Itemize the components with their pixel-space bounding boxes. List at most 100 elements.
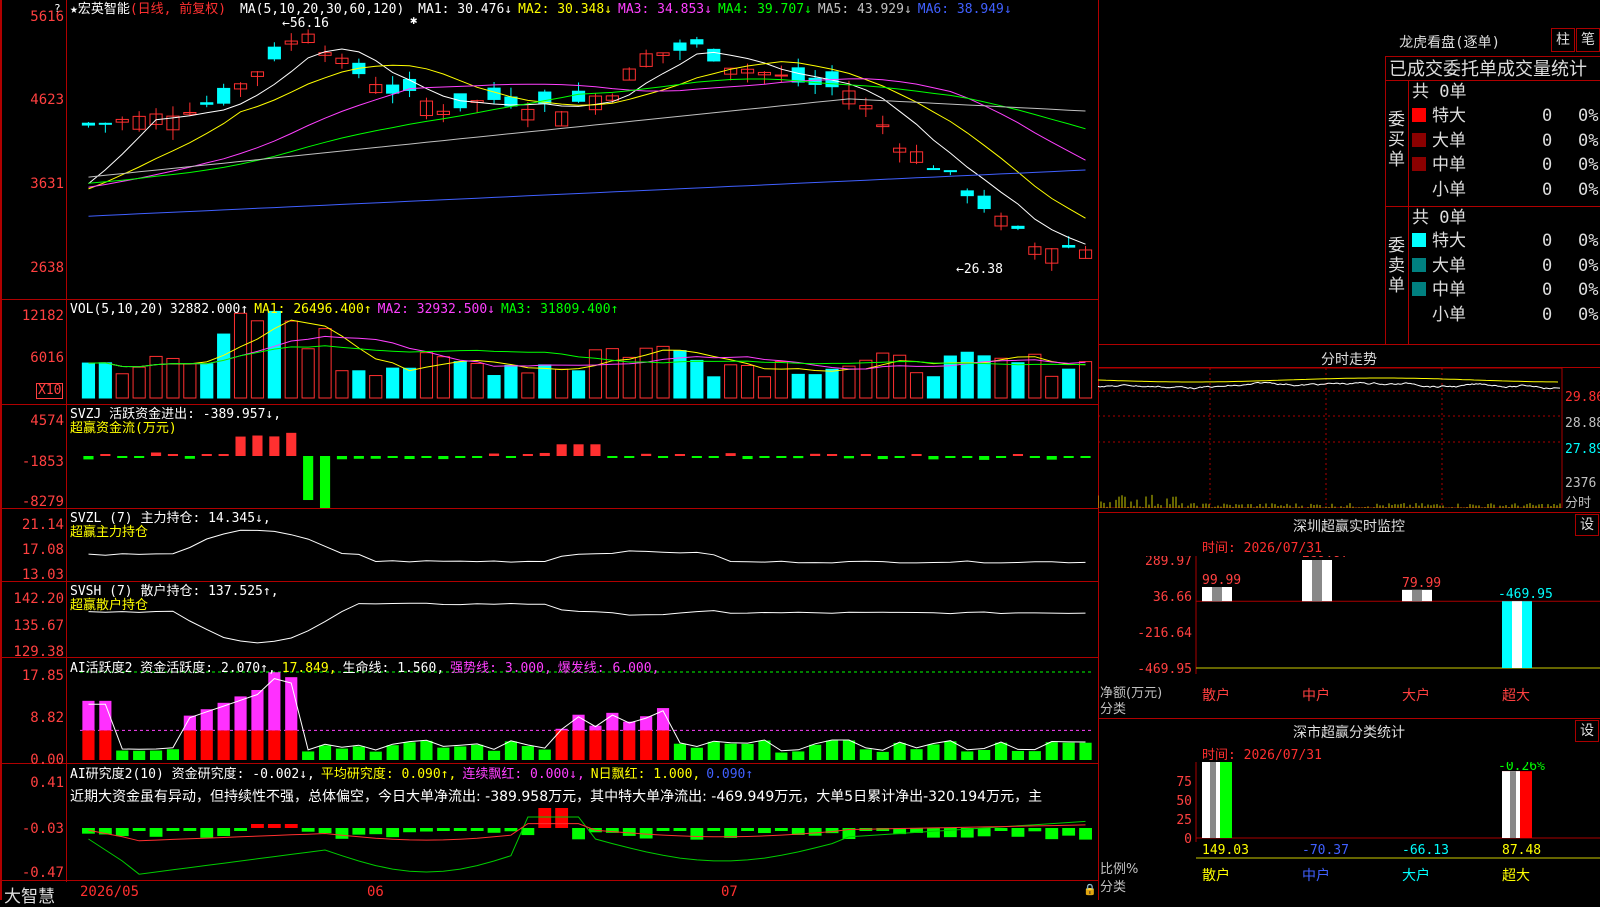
fund-flow-bar [539,452,550,456]
kline-chart[interactable] [0,0,1098,900]
cls-settings-button[interactable]: 设 [1575,720,1599,742]
period-mode[interactable]: (日线, 前复权) [130,2,226,17]
color-swatch-icon [1412,157,1426,171]
activity-bar [251,730,264,760]
fund-flow-bar [945,456,956,458]
sz-axis-label: 36.66 [1153,590,1192,605]
order-percent: 0% [1578,130,1599,151]
research-bar [453,828,467,831]
intraday-axis-label: 28.88 [1565,416,1600,431]
research-bar [166,828,180,831]
volume-bar [538,364,552,399]
ma5-line [88,98,1086,178]
order-percent: 0% [1578,231,1599,251]
price-legend: ★宏英智能(日线, 前复权) MA(5,10,20,30,60,120) MA1… [70,2,1024,17]
activity-bar-burst [82,700,95,731]
color-swatch-icon [1412,182,1426,196]
sz-bar-label: 99.99 [1202,573,1241,588]
order-row-大单: 大单 [1412,130,1466,152]
order-percent: 0% [1578,280,1599,300]
vol-ma2: MA2: 32932.500↓ [377,302,496,317]
order-count: 0 [1542,255,1553,276]
volume-bar [588,349,603,399]
fund-flow-bar [336,456,348,460]
volume-bar [1078,361,1093,399]
order-row-大单: 大单 [1412,255,1466,277]
cls-top-label: -0.26% [1498,762,1545,774]
volume-bar [115,373,129,399]
research-bar [521,828,535,836]
brand-logo[interactable]: 大智慧 [4,882,55,907]
activity-bar [471,744,484,760]
fund-flow-bar [793,456,804,459]
research-bar [487,828,501,833]
svzl-subtitle: 超赢主力持仓 [70,525,149,540]
volume-bar [453,361,467,399]
activity-bar [1062,742,1075,760]
sz-bar-highlight [1412,589,1422,602]
cls-value-label: -70.37 [1302,843,1349,858]
order-count: 0 [1542,231,1553,251]
sz-settings-button[interactable]: 设 [1575,514,1599,536]
fund-flow-bar [877,456,888,460]
sz-net-bar-chart: 289.97 36.66 -216.64 -469.95 99.99 散户 289.97 中户… [1137,556,1600,704]
activity-bar [944,741,957,760]
research-bar [1045,828,1059,840]
cls-value-label: 149.03 [1202,843,1249,858]
volume-bar [301,348,315,399]
volume-bar [402,367,417,399]
order-row-特大: 特大 [1412,230,1466,252]
sell-total: 共 0单 [1412,208,1467,228]
ai2-avg: 平均研究度: 0.090↑, [320,767,457,782]
xaxis-label: 07 [721,884,738,900]
activity-bar [707,741,720,760]
activity-bar [318,745,332,760]
fund-flow-bar [303,456,314,501]
fund-flow-bar [573,444,584,456]
order-stats-divider [1408,80,1409,344]
order-percent: 0% [1578,255,1599,276]
fund-flow-bar [860,454,871,456]
svzl-axis-label: 21.14 [21,517,64,533]
research-bar [639,828,653,839]
volume-bar [470,362,484,399]
volume-bar [419,352,434,399]
cls-time: 时间: 2026/07/31 [1202,748,1322,763]
activity-bar [741,743,754,760]
svzl-axis-label: 13.03 [21,567,64,583]
volume-bar [521,372,535,399]
fund-flow-bar [488,453,500,456]
sz-bar-label: -469.95 [1498,587,1553,602]
volume-bar [724,364,738,399]
tick-mode-button[interactable]: 笔 [1576,28,1600,52]
fund-flow-bar [472,456,483,458]
intraday-chart[interactable] [1098,368,1600,508]
volume-bar [250,320,265,399]
candle-down [386,84,400,94]
cls-category-label: 大户 [1402,867,1430,884]
activity-bar [876,751,889,760]
activity-bar [572,730,585,760]
activity-bar [302,751,315,760]
activity-bar [927,744,940,760]
intraday-volume-label: 2376 [1565,476,1597,491]
lock-icon[interactable]: 🔒 [1083,883,1097,896]
volume-bar [487,375,501,399]
order-count: 0 [1542,155,1553,175]
cls-xlabel: 分类 [1100,880,1127,895]
fund-flow-bar [641,453,652,456]
bar-mode-button[interactable]: 柱 [1551,28,1575,52]
candle-down [81,122,96,126]
sz-category-label: 中户 [1302,687,1330,704]
volume-bar [774,361,788,399]
color-swatch-icon [1412,282,1426,296]
vol-unit-badge: X10 [36,383,64,399]
candle-down [487,87,501,100]
activity-bar [656,730,670,760]
cls-axis-label: 0 [1184,832,1192,847]
ai1-axis-label: 17.85 [21,668,64,684]
activity-bar [893,742,906,760]
activity-bar [1079,742,1092,760]
activity-bar [183,730,196,760]
candle-down [926,168,941,171]
